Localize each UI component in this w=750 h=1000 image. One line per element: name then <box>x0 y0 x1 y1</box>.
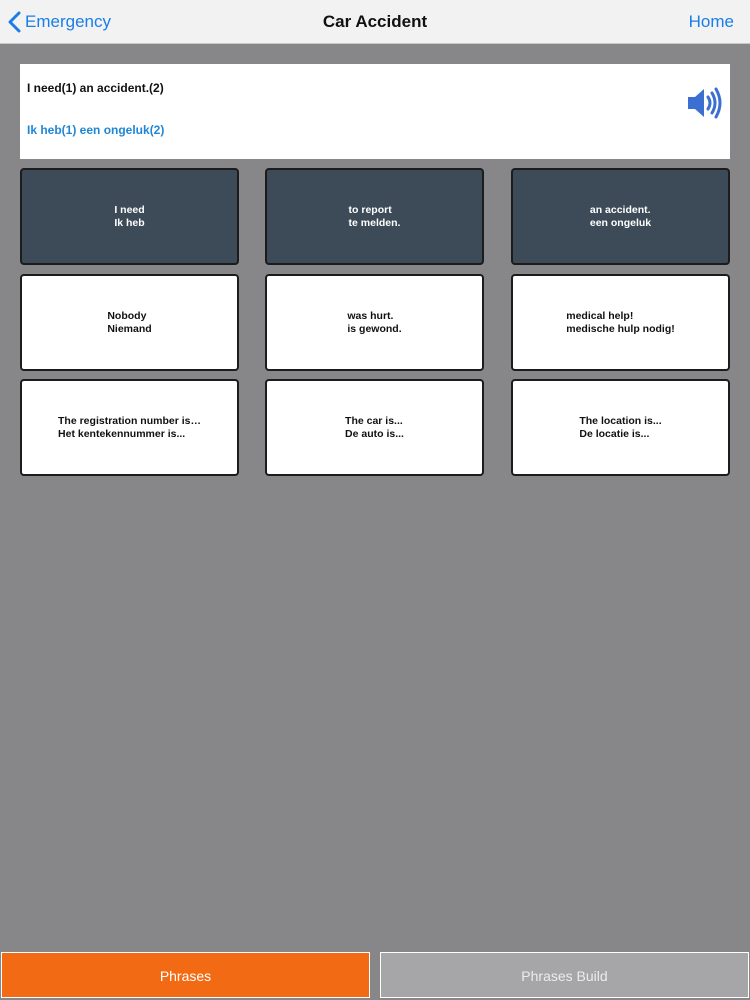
tile-dutch: Niemand <box>107 322 152 335</box>
phrase-tile[interactable]: Nobody Niemand <box>20 274 239 371</box>
tile-english: The registration number is… <box>58 414 201 427</box>
tile-english: Nobody <box>107 309 147 322</box>
tile-dutch: De auto is... <box>345 427 404 440</box>
tile-dutch: een ongeluk <box>589 216 652 229</box>
tile-english: The location is... <box>579 414 662 427</box>
tile-english: I need <box>114 203 145 216</box>
phrase-tile[interactable]: I need Ik heb <box>20 168 239 265</box>
tile-english: The car is... <box>345 414 403 427</box>
tile-english: was hurt. <box>347 309 394 322</box>
tile-dutch: te melden. <box>348 216 401 229</box>
tile-dutch: Het kentekennummer is... <box>58 427 186 440</box>
tile-english: an accident. <box>589 203 651 216</box>
phrase-tile[interactable]: The car is... De auto is... <box>265 379 484 476</box>
back-button[interactable]: Emergency <box>8 0 111 44</box>
tile-text: I need Ik heb <box>114 204 144 230</box>
tile-text: was hurt. is gewond. <box>347 310 401 336</box>
phrase-tile[interactable]: to report te melden. <box>265 168 484 265</box>
tile-dutch: medische hulp nodig! <box>566 322 675 335</box>
tile-text: to report te melden. <box>349 204 401 230</box>
speaker-icon <box>688 87 722 119</box>
phrase-tile[interactable]: medical help! medische hulp nodig! <box>511 274 730 371</box>
phrase-tile[interactable]: The location is... De locatie is... <box>511 379 730 476</box>
tab-phrases[interactable]: Phrases <box>1 952 370 998</box>
tile-text: The location is... De locatie is... <box>579 415 661 441</box>
navigation-bar: Emergency Car Accident Home <box>0 0 750 44</box>
chevron-left-icon <box>8 11 21 33</box>
phrase-dutch-text: Ik heb(1) een ongeluk(2) <box>27 123 165 137</box>
phrase-tile[interactable]: The registration number is… Het kenteken… <box>20 379 239 476</box>
tab-phrases-build[interactable]: Phrases Build <box>380 952 749 998</box>
tile-text: an accident. een ongeluk <box>590 204 651 230</box>
tile-dutch: De locatie is... <box>579 427 650 440</box>
phrase-display: I need(1) an accident.(2) Ik heb(1) een … <box>20 64 730 159</box>
tile-english: to report <box>348 203 392 216</box>
tile-dutch: Ik heb <box>114 216 145 229</box>
tile-text: medical help! medische hulp nodig! <box>566 310 675 336</box>
speaker-button[interactable] <box>686 84 724 122</box>
tile-dutch: is gewond. <box>347 322 402 335</box>
tile-text: Nobody Niemand <box>107 310 151 336</box>
phrase-tile[interactable]: was hurt. is gewond. <box>265 274 484 371</box>
tile-english: medical help! <box>566 309 634 322</box>
bottom-tab-bar: Phrases Phrases Build <box>0 950 750 1000</box>
phrase-english-text: I need(1) an accident.(2) <box>27 81 164 95</box>
tile-text: The car is... De auto is... <box>345 415 404 441</box>
page-title: Car Accident <box>322 12 428 31</box>
phrase-tile[interactable]: an accident. een ongeluk <box>511 168 730 265</box>
back-button-label: Emergency <box>25 12 111 31</box>
tile-text: The registration number is… Het kenteken… <box>58 415 201 441</box>
home-button[interactable]: Home <box>689 0 734 44</box>
